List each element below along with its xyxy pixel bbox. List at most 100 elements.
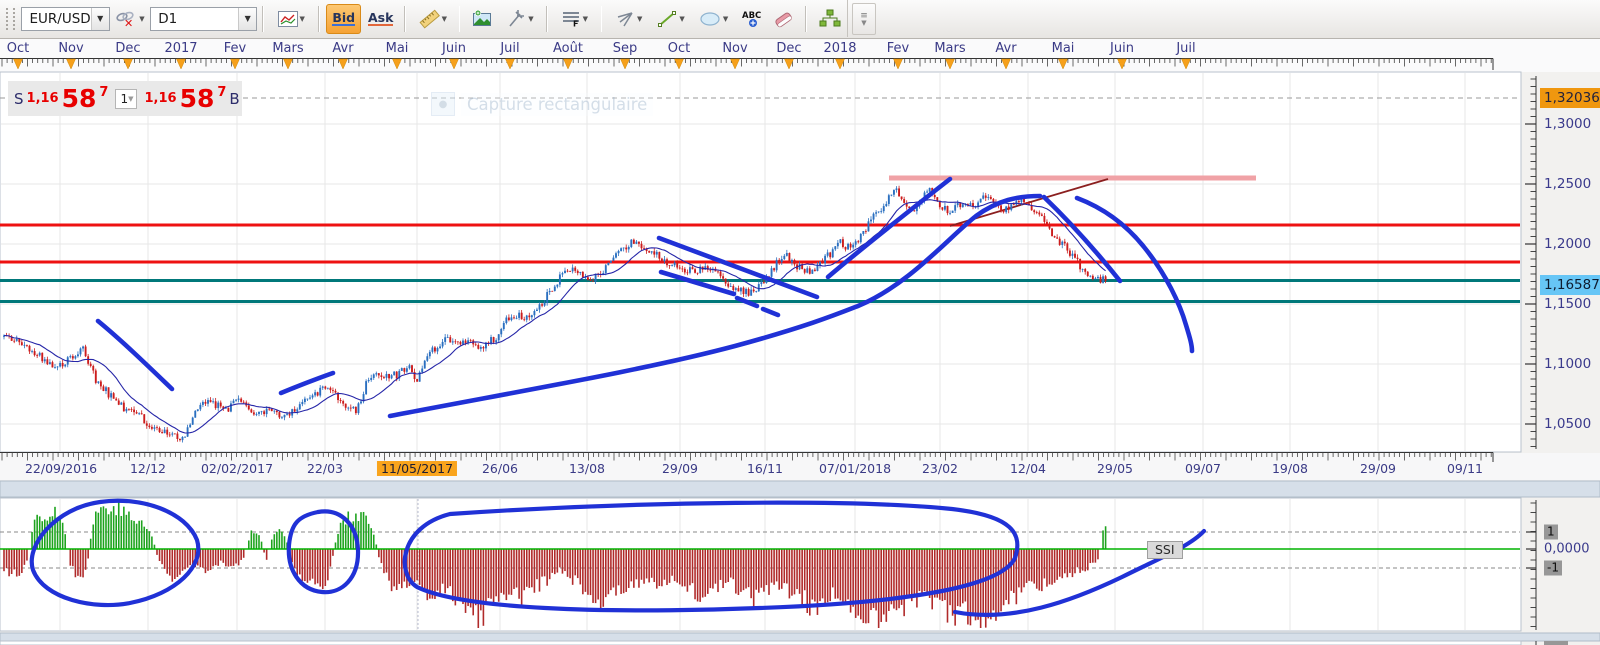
ssi-indicator-label[interactable]: SSI [1147, 541, 1183, 559]
workspace-button[interactable] [813, 4, 846, 34]
symbol-select[interactable]: EUR/USD ▼ [21, 7, 109, 31]
buy-label: B [229, 90, 239, 108]
date-label[interactable]: 16/11 [747, 461, 783, 476]
sell-label: S [14, 90, 24, 108]
date-label[interactable]: 19/08 [1272, 461, 1308, 476]
date-label[interactable]: 12/04 [1010, 461, 1046, 476]
chart-type-button[interactable]: ▼ [270, 4, 312, 34]
toolbar-separator [459, 6, 461, 32]
date-label[interactable]: 02/02/2017 [201, 461, 273, 476]
bid-label: Bid [332, 11, 355, 27]
month-label: Juin [442, 41, 466, 56]
chevron-down-icon[interactable]: ▼ [679, 15, 684, 23]
date-label[interactable]: 26/06 [482, 461, 518, 476]
chevron-down-icon[interactable]: ▼ [528, 15, 533, 23]
chevron-down-icon[interactable]: ▼ [139, 15, 144, 23]
ssi-zero-label: 0,0000 [1544, 542, 1590, 557]
toolbar-separator [262, 6, 264, 32]
fan-lines-tool-button[interactable]: ▼ [608, 4, 648, 34]
date-label[interactable]: 22/03 [307, 461, 343, 476]
current-price-badge: 1,16587 [1540, 275, 1600, 295]
toolbar-separator [404, 6, 406, 32]
third-panel-badge-stub [1544, 641, 1568, 645]
text-tool-button[interactable]: ABC [736, 4, 766, 34]
price-axis-label: 1,1500 [1544, 296, 1591, 312]
pitchfork-tool-button[interactable]: ▼ [500, 4, 540, 34]
ruler-tool-button[interactable]: ▼ [412, 4, 452, 34]
price-axis-label: 1,2500 [1544, 176, 1591, 192]
month-label: Sep [613, 41, 638, 56]
chevron-down-icon[interactable]: ▼ [637, 15, 642, 23]
timeframe-label: D1 [158, 11, 177, 27]
eraser-button[interactable] [768, 4, 799, 34]
price-axis-label: 1,1000 [1544, 356, 1591, 372]
toolbar: EUR/USD ▼ ✕ ▼ D1 ▼ ▼ Bid [0, 0, 1600, 39]
sell-price-pip: 7 [99, 85, 108, 100]
month-label: Juin [1110, 41, 1134, 56]
chevron-down-icon: ▼ [861, 20, 866, 26]
date-label[interactable]: 29/09 [662, 461, 698, 476]
month-label: Fev [224, 41, 246, 56]
ask-label: Ask [368, 11, 393, 27]
toolbar-separator [805, 6, 807, 32]
price-axis-label: 1,0500 [1544, 416, 1591, 432]
timeframe-select[interactable]: D1 ▼ [150, 7, 257, 31]
capture-image-button[interactable] [466, 4, 497, 34]
chevron-down-icon[interactable]: ▼ [583, 15, 588, 23]
panel-separator-1[interactable] [0, 481, 1600, 497]
toolbar-separator [546, 6, 548, 32]
month-label: 2017 [164, 41, 197, 56]
date-label[interactable]: 23/02 [922, 461, 958, 476]
workspace-icon [819, 9, 841, 28]
selected-date-label[interactable]: 11/05/2017 [377, 461, 457, 476]
chevron-down-icon[interactable]: ▼ [723, 15, 728, 23]
date-label[interactable]: 09/11 [1447, 461, 1483, 476]
ask-button[interactable]: Ask [363, 4, 398, 34]
toolbar-separator [318, 6, 320, 32]
alert-price-badge[interactable]: 1,32036 [1540, 88, 1600, 108]
chart-type-icon [278, 11, 298, 27]
fibonacci-tool-button[interactable]: F ▼ [554, 4, 594, 34]
toolbar-group: EUR/USD ▼ ✕ ▼ D1 ▼ ▼ Bid [0, 0, 848, 37]
buy-price-pip: 7 [217, 85, 226, 100]
price-axis-ticks[interactable] [1525, 76, 1536, 449]
capture-dot-icon: ● [431, 92, 455, 116]
date-label[interactable]: 09/07 [1185, 461, 1221, 476]
amount-select[interactable]: 1 ▼ [115, 89, 137, 109]
date-label[interactable]: 07/01/2018 [819, 461, 891, 476]
trendline-tool-button[interactable]: ▼ [651, 4, 691, 34]
panel-separator-2[interactable] [0, 633, 1600, 641]
date-label[interactable]: 29/09 [1360, 461, 1396, 476]
month-label: Fev [887, 41, 909, 56]
month-label: Nov [58, 41, 83, 56]
month-label: Mai [1052, 41, 1075, 56]
price-axis-label: 1,3000 [1544, 116, 1591, 132]
date-label[interactable]: 12/12 [130, 461, 166, 476]
month-label: Août [553, 41, 583, 56]
eraser-icon [772, 10, 794, 28]
toolbar-overflow-button[interactable]: ≡ ▼ [852, 3, 876, 35]
date-label[interactable]: 13/08 [569, 461, 605, 476]
fan-lines-icon [615, 10, 635, 28]
text-abc-icon: ABC [741, 9, 761, 28]
month-label: Dec [776, 41, 801, 56]
toolbar-grip-handle[interactable] [6, 8, 15, 30]
ellipse-icon [699, 11, 721, 27]
ellipse-tool-button[interactable]: ▼ [693, 4, 733, 34]
chevron-down-icon[interactable]: ▼ [91, 8, 109, 30]
ssi-axis-ticks[interactable] [1526, 500, 1536, 645]
sell-price-big: 58 [62, 86, 97, 111]
buy-price-small: 1,16 [144, 91, 176, 106]
unlink-button[interactable]: ✕ ▼ [111, 4, 150, 34]
date-label[interactable]: 29/05 [1097, 461, 1133, 476]
month-label: Avr [332, 41, 353, 56]
amount-value: 1 [120, 92, 128, 106]
date-label[interactable]: 22/09/2016 [25, 461, 97, 476]
chevron-down-icon[interactable]: ▼ [442, 15, 447, 23]
chevron-down-icon[interactable]: ▼ [300, 15, 305, 23]
month-label: Juil [1176, 41, 1195, 56]
bid-button[interactable]: Bid [326, 4, 361, 34]
chevron-down-icon[interactable]: ▼ [238, 8, 256, 30]
month-label: Avr [995, 41, 1016, 56]
capture-tooltip: ● Capture rectangulaire [431, 92, 653, 116]
